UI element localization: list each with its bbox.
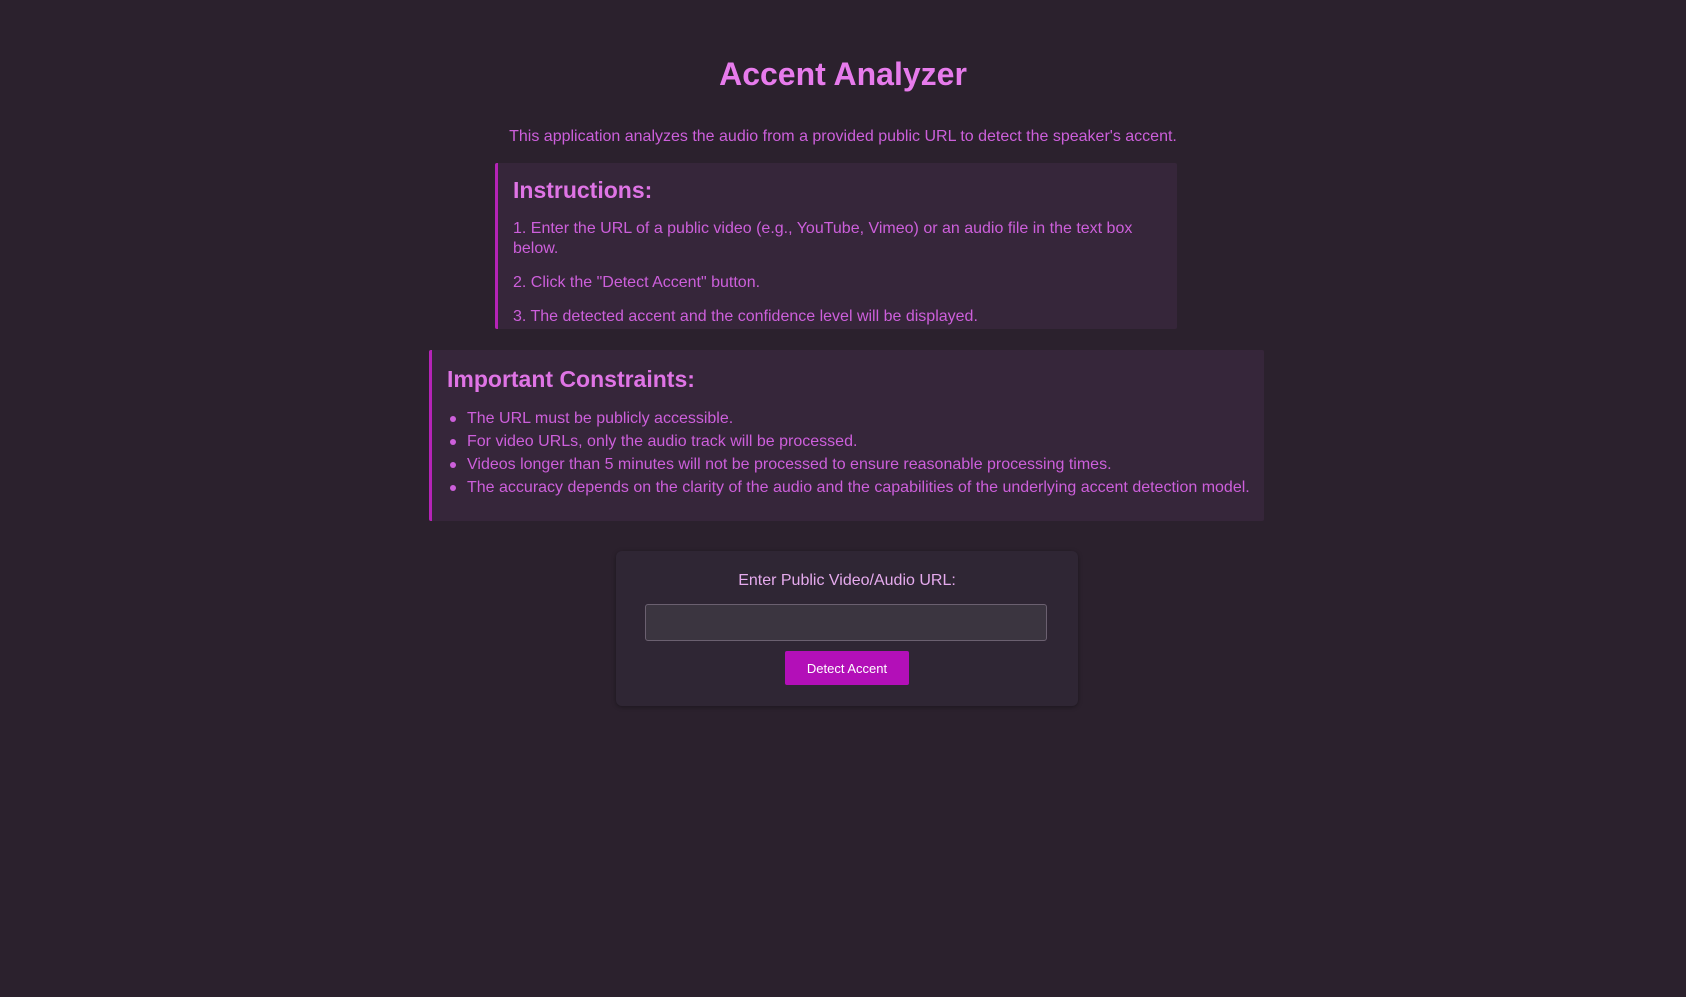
instruction-step: 2. Click the "Detect Accent" button. xyxy=(513,274,761,291)
url-label: Enter Public Video/Audio URL: xyxy=(738,572,956,589)
constraints-panel: Important Constraints: The URL must be p… xyxy=(429,350,1264,521)
list-item: The accuracy depends on the clarity of t… xyxy=(450,476,1250,499)
bullet-icon xyxy=(450,462,456,468)
constraints-heading: Important Constraints: xyxy=(447,366,695,392)
constraints-list: The URL must be publicly accessible. For… xyxy=(447,407,1250,499)
constraint-text: The URL must be publicly accessible. xyxy=(467,410,734,427)
bullet-icon xyxy=(450,416,456,422)
instructions-panel: Instructions: 1. Enter the URL of a publ… xyxy=(495,163,1177,329)
detect-accent-button[interactable]: Detect Accent xyxy=(785,651,909,685)
url-input[interactable] xyxy=(645,604,1047,641)
instructions-heading: Instructions: xyxy=(513,177,653,203)
intro-text: This application analyzes the audio from… xyxy=(509,128,1177,145)
list-item: The URL must be publicly accessible. xyxy=(450,407,1250,430)
list-item: Videos longer than 5 minutes will not be… xyxy=(450,453,1250,476)
constraint-text: Videos longer than 5 minutes will not be… xyxy=(467,456,1112,473)
bullet-icon xyxy=(450,485,456,491)
instruction-step: 1. Enter the URL of a public video (e.g.… xyxy=(513,220,1133,257)
bullet-icon xyxy=(450,439,456,445)
list-item: For video URLs, only the audio track wil… xyxy=(450,430,1250,453)
page-title: Accent Analyzer xyxy=(719,56,967,92)
constraint-text: The accuracy depends on the clarity of t… xyxy=(467,479,1250,496)
constraint-text: For video URLs, only the audio track wil… xyxy=(467,433,858,450)
url-form-card: Enter Public Video/Audio URL: Detect Acc… xyxy=(616,551,1078,706)
instruction-step: 3. The detected accent and the confidenc… xyxy=(513,308,978,325)
